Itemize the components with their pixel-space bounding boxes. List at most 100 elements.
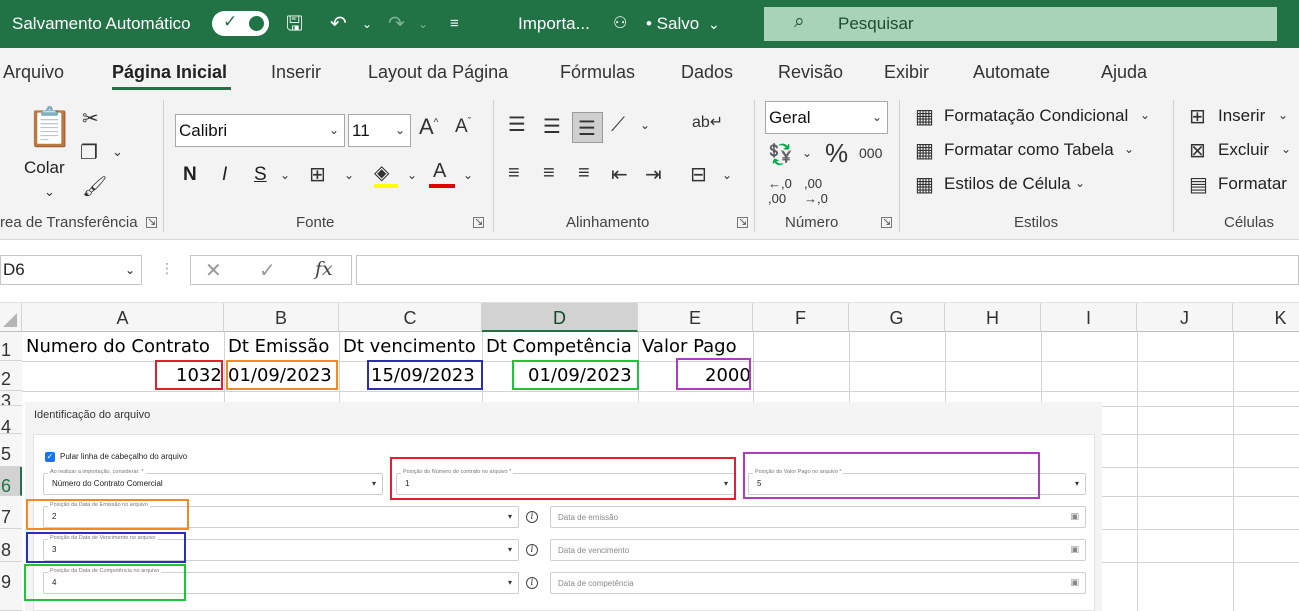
percent-icon[interactable]: % — [825, 138, 848, 169]
cell-styles-button[interactable]: Estilos de Célula — [944, 174, 1071, 194]
info-icon[interactable]: i — [526, 577, 538, 589]
row-header-1[interactable]: 1 — [0, 332, 22, 361]
cell-a1[interactable]: Numero do Contrato — [26, 333, 210, 361]
paste-label[interactable]: Colar — [24, 158, 65, 178]
copy-icon[interactable]: ❐ — [80, 140, 98, 165]
info-icon[interactable]: i — [526, 544, 538, 556]
underline-button[interactable]: S — [254, 164, 267, 186]
cut-icon[interactable]: ✂ — [82, 106, 99, 131]
skip-header-checkbox[interactable]: ✓ — [45, 452, 55, 462]
conditional-format-button[interactable]: Formatação Condicional — [944, 106, 1128, 126]
info-icon[interactable]: i — [526, 511, 538, 523]
tab-exibir[interactable]: Exibir — [884, 62, 929, 83]
align-middle-icon[interactable]: ☰ — [543, 114, 561, 139]
font-color-dropdown-icon[interactable]: ⌄ — [463, 168, 473, 182]
format-table-icon[interactable]: ▦ — [915, 138, 934, 163]
more-options-icon[interactable]: ⋮ — [160, 260, 174, 277]
document-name[interactable]: Importa... — [518, 0, 590, 48]
underline-dropdown-icon[interactable]: ⌄ — [280, 168, 290, 182]
tab-ajuda[interactable]: Ajuda — [1101, 62, 1147, 83]
currency-dropdown-icon[interactable]: ⌄ — [802, 146, 812, 160]
row-header-4[interactable]: 4 — [0, 406, 22, 434]
save-icon[interactable]: 🖫 — [286, 0, 303, 48]
cell-d1[interactable]: Dt Competência — [486, 333, 632, 361]
increase-font-icon[interactable]: A^ — [419, 114, 438, 140]
column-header-g[interactable]: G — [849, 303, 945, 332]
enter-icon[interactable]: ✓ — [259, 258, 276, 283]
tab-pagina-inicial[interactable]: Página Inicial — [112, 62, 227, 83]
thousands-icon[interactable]: 000 — [859, 145, 882, 161]
insert-cells-button[interactable]: Inserir — [1218, 106, 1265, 126]
fill-color-icon[interactable]: ◈ — [374, 160, 389, 185]
calendar-icon[interactable]: ▣ — [1070, 544, 1079, 555]
insert-cells-icon[interactable]: ⊞ — [1189, 104, 1206, 129]
font-color-icon[interactable]: A — [433, 160, 446, 183]
row-header-6[interactable]: 6 — [0, 467, 22, 496]
competence-date-input[interactable]: Data de competência ▣ — [550, 572, 1086, 594]
column-header-b[interactable]: B — [224, 303, 339, 332]
align-bottom-button[interactable]: ☰ — [572, 112, 603, 143]
tab-inserir[interactable]: Inserir — [271, 62, 321, 83]
column-header-j[interactable]: J — [1137, 303, 1233, 332]
align-right-icon[interactable]: ≡ — [578, 162, 590, 185]
delete-dropdown-icon[interactable]: ⌄ — [1281, 142, 1291, 156]
undo-dropdown-icon[interactable]: ⌄ — [362, 0, 372, 48]
decrease-indent-icon[interactable]: ⇤ — [611, 162, 628, 187]
cell-e1[interactable]: Valor Pago — [642, 333, 737, 361]
calendar-icon[interactable]: ▣ — [1070, 577, 1079, 588]
format-as-table-button[interactable]: Formatar como Tabela — [944, 140, 1114, 160]
issue-date-input[interactable]: Data de emissão ▣ — [550, 506, 1086, 528]
decrease-font-icon[interactable]: Aˇ — [455, 116, 471, 138]
styles-dropdown-icon[interactable]: ⌄ — [1075, 176, 1085, 190]
name-box[interactable]: D6 ⌄ — [0, 255, 142, 285]
copy-dropdown-icon[interactable]: ⌄ — [112, 144, 123, 160]
search-box[interactable]: ⌕ Pesquisar — [764, 7, 1277, 41]
cell-c1[interactable]: Dt vencimento — [343, 333, 476, 361]
font-name-select[interactable]: Calibri ⌄ — [175, 114, 345, 147]
tab-formulas[interactable]: Fórmulas — [560, 62, 635, 83]
calendar-icon[interactable]: ▣ — [1070, 511, 1079, 522]
consider-select[interactable]: Número do Contrato Comercial ▾ — [43, 473, 383, 495]
formula-input[interactable] — [356, 255, 1299, 285]
row-header-8[interactable]: 8 — [0, 529, 22, 562]
row-header-5[interactable]: 5 — [0, 434, 22, 467]
column-header-k[interactable]: K — [1233, 303, 1299, 332]
undo-icon[interactable]: ↶ — [330, 0, 347, 48]
select-all-corner[interactable] — [0, 303, 22, 332]
row-header-7[interactable]: 7 — [0, 496, 22, 529]
column-header-f[interactable]: F — [753, 303, 849, 332]
insert-dropdown-icon[interactable]: ⌄ — [1278, 108, 1288, 122]
format-painter-icon[interactable]: 🖌 — [82, 174, 107, 199]
borders-icon[interactable]: ⊞ — [309, 162, 326, 187]
paste-dropdown-icon[interactable]: ⌄ — [44, 184, 55, 200]
conditional-format-icon[interactable]: ▦ — [915, 104, 934, 129]
conditional-dropdown-icon[interactable]: ⌄ — [1140, 108, 1150, 122]
borders-dropdown-icon[interactable]: ⌄ — [344, 168, 354, 182]
alignment-launcher-icon[interactable]: ↘ — [737, 217, 748, 228]
align-top-icon[interactable]: ☰ — [508, 112, 526, 137]
row-header-2[interactable]: 2 — [0, 361, 22, 391]
column-header-d[interactable]: D — [482, 303, 638, 332]
align-center-icon[interactable]: ≡ — [543, 162, 555, 185]
font-size-select[interactable]: 11 ⌄ — [348, 114, 411, 147]
delete-cells-icon[interactable]: ⊠ — [1189, 138, 1206, 163]
merge-dropdown-icon[interactable]: ⌄ — [722, 168, 732, 182]
cell-b1[interactable]: Dt Emissão — [228, 333, 329, 361]
table-dropdown-icon[interactable]: ⌄ — [1124, 142, 1134, 156]
insert-function-button[interactable]: fx — [315, 258, 333, 280]
tab-automate[interactable]: Automate — [973, 62, 1050, 83]
tab-arquivo[interactable]: Arquivo — [3, 62, 64, 83]
currency-icon[interactable]: 💱 — [768, 142, 793, 167]
column-header-h[interactable]: H — [945, 303, 1041, 332]
increase-indent-icon[interactable]: ⇥ — [645, 162, 662, 187]
column-header-e[interactable]: E — [638, 303, 753, 332]
delete-cells-button[interactable]: Excluir — [1218, 140, 1269, 160]
wrap-text-icon[interactable]: ab↵ — [692, 112, 723, 132]
bold-button[interactable]: N — [183, 164, 197, 186]
number-format-select[interactable]: Geral ⌄ — [765, 101, 888, 134]
cell-styles-icon[interactable]: ▦ — [915, 172, 934, 197]
autosave-toggle[interactable]: ✓ — [212, 11, 269, 36]
clipboard-launcher-icon[interactable]: ↘ — [146, 217, 157, 228]
cancel-icon[interactable]: ✕ — [205, 258, 222, 283]
italic-button[interactable]: I — [222, 164, 227, 186]
